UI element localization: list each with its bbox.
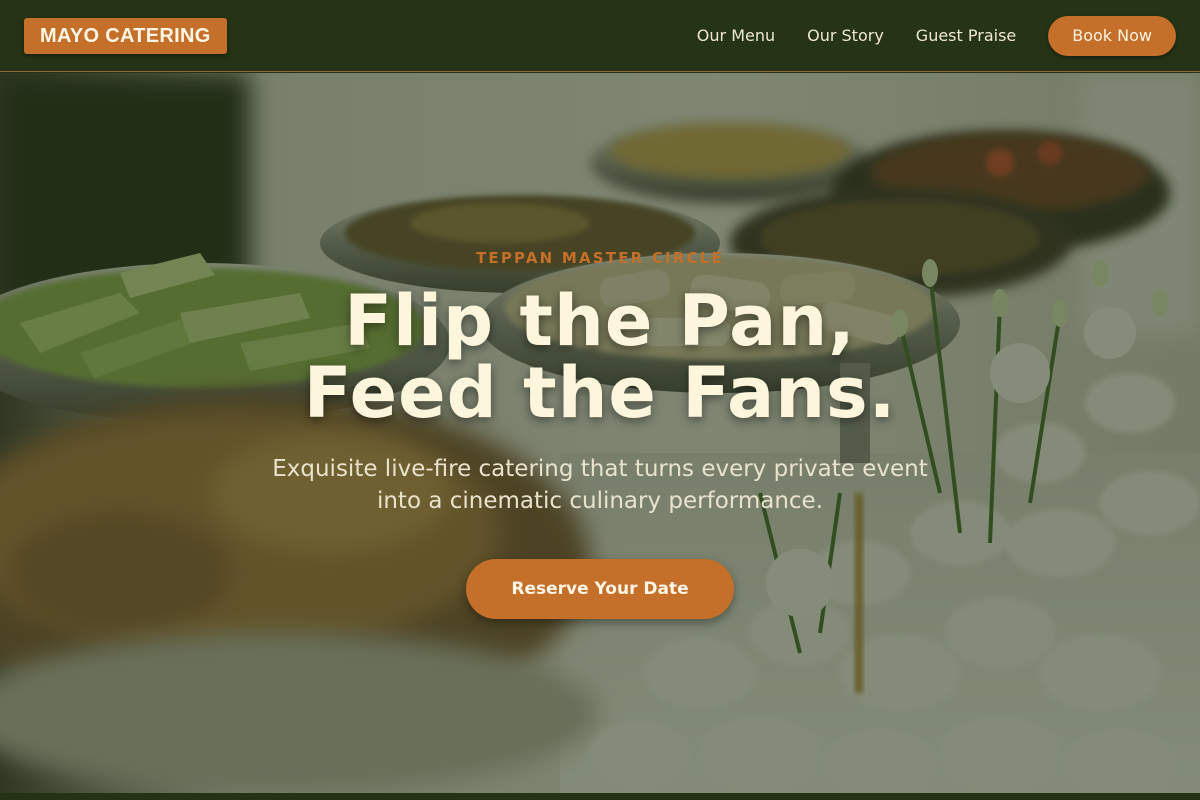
logo[interactable]: MAYO CATERING xyxy=(24,17,227,54)
hero-headline-line-2: Feed the Fans. xyxy=(303,352,897,434)
hero-section: TEPPAN MASTER CIRCLE Flip the Pan, Feed … xyxy=(0,73,1200,793)
nav-link-guest-praise[interactable]: Guest Praise xyxy=(916,26,1016,45)
hero-headline: Flip the Pan, Feed the Fans. xyxy=(0,285,1200,429)
book-now-button[interactable]: Book Now xyxy=(1048,15,1176,56)
page: MAYO CATERING Our Menu Our Story Guest P… xyxy=(0,0,1200,800)
reserve-your-date-button[interactable]: Reserve Your Date xyxy=(466,559,734,619)
main-nav: Our Menu Our Story Guest Praise Book Now xyxy=(697,15,1176,56)
bottom-strip xyxy=(0,793,1200,800)
nav-link-our-menu[interactable]: Our Menu xyxy=(697,26,775,45)
hero-headline-line-1: Flip the Pan, xyxy=(344,280,856,362)
nav-link-our-story[interactable]: Our Story xyxy=(807,26,884,45)
hero-eyebrow: TEPPAN MASTER CIRCLE xyxy=(475,249,725,267)
site-header: MAYO CATERING Our Menu Our Story Guest P… xyxy=(0,0,1200,72)
hero-content: TEPPAN MASTER CIRCLE Flip the Pan, Feed … xyxy=(0,73,1200,793)
hero-subtitle: Exquisite live-fire catering that turns … xyxy=(272,456,928,514)
